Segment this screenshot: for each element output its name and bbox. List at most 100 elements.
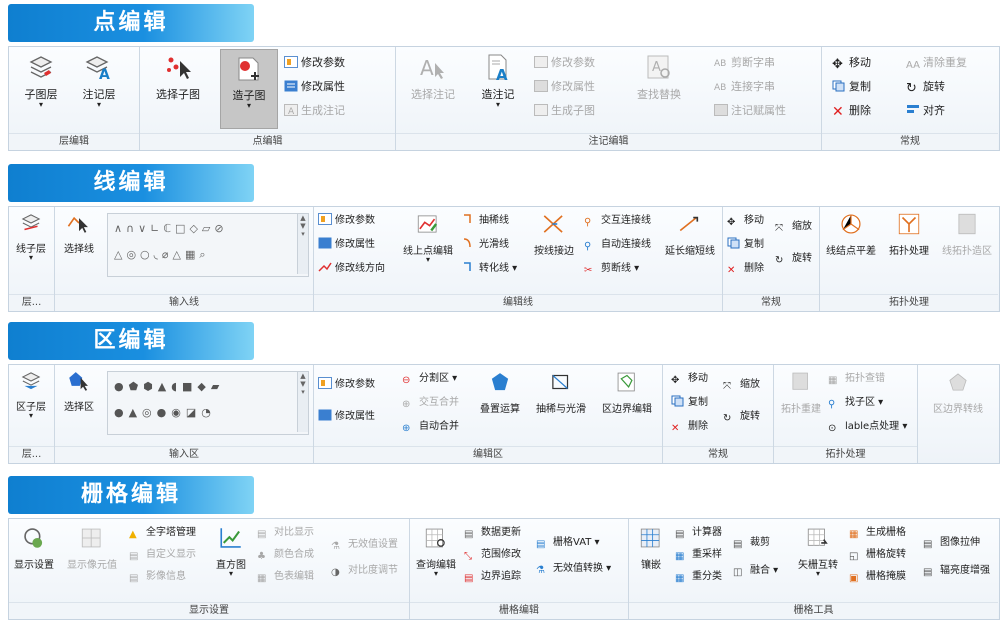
clip-button[interactable]: ▤ 裁剪 xyxy=(733,535,770,551)
topo-process-button[interactable]: 拓扑处理 xyxy=(882,211,936,257)
boundary-edit-button[interactable]: 区边界编辑 xyxy=(596,369,658,415)
lable-point-button[interactable]: ⊙ lable点处理 ▾ xyxy=(828,419,907,435)
interactive-connect-button[interactable]: ⚲ 交互连接线 xyxy=(584,213,651,229)
cut-line-button[interactable]: ✂ 剪断线 ▾ xyxy=(584,261,639,277)
line-modify-attrs-button[interactable]: 修改属性 xyxy=(318,237,375,253)
fuse-button[interactable]: ◫ 融合 ▾ xyxy=(733,563,778,579)
gen-anno-button[interactable]: A 生成注记 xyxy=(284,103,345,119)
convert-line-button[interactable]: 转化线 ▾ xyxy=(462,261,517,277)
line-scale-button[interactable]: ⤧ 缩放 xyxy=(775,219,812,235)
region-move-button[interactable]: ✥ 移动 xyxy=(671,371,708,387)
make-anno-button[interactable]: A 造注记 ▾ xyxy=(470,53,526,109)
line-modify-params-button[interactable]: 修改参数 xyxy=(318,213,375,229)
extract-smooth-button[interactable]: 抽稀与光滑 xyxy=(530,369,592,415)
gallery-scroll[interactable]: ▲ ▼ ▾ xyxy=(297,372,308,432)
region-modify-attrs-button[interactable]: 修改属性 xyxy=(318,409,375,425)
radiometric-enhance-button[interactable]: ▤ 辐亮度增强 xyxy=(923,563,990,579)
auto-merge-button[interactable]: ⊕ 自动合并 xyxy=(402,419,459,435)
auto-connect-label: 自动连接线 xyxy=(601,239,651,250)
image-info-button[interactable]: ▤ 影像信息 xyxy=(129,569,186,585)
data-update-button[interactable]: ▤ 数据更新 xyxy=(464,525,521,541)
sublayer-button[interactable]: 子图层 ▾ xyxy=(15,53,67,109)
move-button[interactable]: ✥ 移动 xyxy=(832,55,871,71)
select-line-button[interactable]: 选择线 xyxy=(57,211,101,255)
color-synthesis-button[interactable]: ♣ 颜色合成 xyxy=(257,547,314,563)
line-node-edit-button[interactable]: 线上点编辑 ▾ xyxy=(400,211,456,264)
modify-direction-button[interactable]: 修改线方向 xyxy=(318,261,385,277)
linelayer-button[interactable]: 线子层 ▾ xyxy=(11,211,51,262)
annolayer-button[interactable]: A 注记层 ▾ xyxy=(73,53,125,109)
full-extent-button[interactable]: ▲ 全字塔管理 xyxy=(129,525,196,541)
split-region-button[interactable]: ⊖ 分割区 ▾ xyxy=(402,371,457,387)
range-modify-button[interactable]: ⤡ 范围修改 xyxy=(464,547,521,563)
snap-join-button[interactable]: 按线接边 xyxy=(530,211,578,257)
display-settings-button[interactable]: 显示设置 xyxy=(11,525,57,571)
regionlayer-button[interactable]: 区子层 ▾ xyxy=(11,369,51,420)
gen-raster-button[interactable]: ▦ 生成栅格 xyxy=(849,525,906,541)
line-copy-button[interactable]: 复制 xyxy=(727,237,764,253)
contrast-button[interactable]: ◑ 对比度调节 xyxy=(331,563,398,579)
resample-button[interactable]: ▦ 重采样 xyxy=(675,547,722,563)
line-topo-region-button[interactable]: 线拓扑造区 xyxy=(936,211,998,257)
raster-vat-button[interactable]: ▤ 栅格VAT ▾ xyxy=(536,535,600,551)
region-scale-button[interactable]: ⤧ 缩放 xyxy=(723,377,760,393)
edge-trace-button[interactable]: ▤ 边界追踪 xyxy=(464,569,521,585)
custom-display-button[interactable]: ▤ 自定义显示 xyxy=(129,547,196,563)
node-adjust-button[interactable]: 线结点平差 xyxy=(820,211,882,257)
line-delete-button[interactable]: ✕ 删除 xyxy=(727,261,764,277)
find-replace-button[interactable]: A 查找替换 xyxy=(628,53,690,102)
cut-string-button[interactable]: AB 剪断字串 xyxy=(714,55,775,71)
query-edit-button[interactable]: 查询编辑 ▾ xyxy=(412,525,460,578)
rotate-button[interactable]: ↻ 旋转 xyxy=(906,79,945,95)
mosaic-button[interactable]: 镶嵌 xyxy=(631,525,671,571)
raster-mask-button[interactable]: ▣ 栅格掩膜 xyxy=(849,569,906,585)
nodata-settings-button[interactable]: ⚗ 无效值设置 xyxy=(331,537,398,553)
extend-shorten-button[interactable]: 延长缩短线 xyxy=(660,211,720,257)
find-sub-region-button[interactable]: ⚲ 找子区 ▾ xyxy=(828,395,883,411)
topo-rebuild-button[interactable]: 拓扑重建 xyxy=(776,369,826,415)
interactive-merge-button[interactable]: ⊕ 交互合并 xyxy=(402,395,459,411)
clear-dup-button[interactable]: AA 清除重复 xyxy=(906,55,967,71)
anno-gen-sub-button[interactable]: 生成子图 xyxy=(534,103,595,119)
compare-display-button[interactable]: ▤ 对比显示 xyxy=(257,525,314,541)
select-sub-button[interactable]: 选择子图 xyxy=(144,53,212,102)
select-region-button[interactable]: 选择区 xyxy=(57,369,101,413)
modify-attrs-button[interactable]: 修改属性 xyxy=(284,79,345,95)
align-button[interactable]: 对齐 xyxy=(906,103,945,119)
region-delete-button[interactable]: ✕ 删除 xyxy=(671,419,708,435)
overlay-button[interactable]: 叠置运算 xyxy=(474,369,526,415)
delete-button[interactable]: ✕ 删除 xyxy=(832,103,871,119)
modify-params-button[interactable]: 修改参数 xyxy=(284,55,345,71)
anno-modify-params-button[interactable]: 修改参数 xyxy=(534,55,595,71)
copy-button[interactable]: 复制 xyxy=(832,79,871,95)
auto-connect-button[interactable]: ⚲ 自动连接线 xyxy=(584,237,651,253)
extract-line-button[interactable]: 抽稀线 xyxy=(462,213,509,229)
topo-check-button[interactable]: ▦ 拓扑查错 xyxy=(828,371,885,387)
show-cell-value-button[interactable]: 显示像元值 xyxy=(61,525,123,571)
region-shape-gallery[interactable]: ●⬟⬢▲◖■◆▰ ●▲◎●◉◪◔ ▲ ▼ ▾ xyxy=(107,371,309,435)
make-sub-button[interactable]: 造子图 ▾ xyxy=(220,49,278,129)
layers-icon xyxy=(29,56,53,78)
connect-string-button[interactable]: AB 连接字串 xyxy=(714,79,775,95)
reclassify-button[interactable]: ▦ 重分类 xyxy=(675,569,722,585)
line-rotate-button[interactable]: ↻ 旋转 xyxy=(775,251,812,267)
select-anno-button[interactable]: A 选择注记 xyxy=(400,53,466,102)
smooth-line-button[interactable]: 光滑线 xyxy=(462,237,509,253)
region-boundary-line-button[interactable]: 区边界转线 xyxy=(920,369,996,415)
region-copy-button[interactable]: 复制 xyxy=(671,395,708,411)
region-rotate-button[interactable]: ↻ 旋转 xyxy=(723,409,760,425)
image-stretch-button[interactable]: ▤ 图像拉伸 xyxy=(923,535,980,551)
vector-convert-button[interactable]: 矢栅互转 ▾ xyxy=(793,525,843,578)
gallery-scroll[interactable]: ▲ ▼ ▾ xyxy=(297,214,308,274)
line-move-button[interactable]: ✥ 移动 xyxy=(727,213,764,229)
line-shape-gallery[interactable]: ∧∩∨∟ℂ□◇▱⊘ △◎○◟⌀△▦⌕ ▲ ▼ ▾ xyxy=(107,213,309,277)
anno-modify-attrs-button[interactable]: 修改属性 xyxy=(534,79,595,95)
histogram-button[interactable]: 直方图 ▾ xyxy=(209,525,253,578)
calculator-button[interactable]: ▤ 计算器 xyxy=(675,525,722,541)
color-table-button[interactable]: ▦ 色表编辑 xyxy=(257,569,314,585)
nodata-convert-button[interactable]: ⚗ 无效值转换 ▾ xyxy=(536,561,611,577)
raster-rotate-button[interactable]: ◱ 栅格旋转 xyxy=(849,547,906,563)
region-modify-params-button[interactable]: 修改参数 xyxy=(318,377,375,393)
group-anno-edit: A 选择注记 A 造注记 ▾ 修改参数 修改属性 生成子图 A 查找替换 AB 剪… xyxy=(396,47,822,150)
anno-assign-attr-button[interactable]: 注记赋属性 xyxy=(714,103,786,119)
